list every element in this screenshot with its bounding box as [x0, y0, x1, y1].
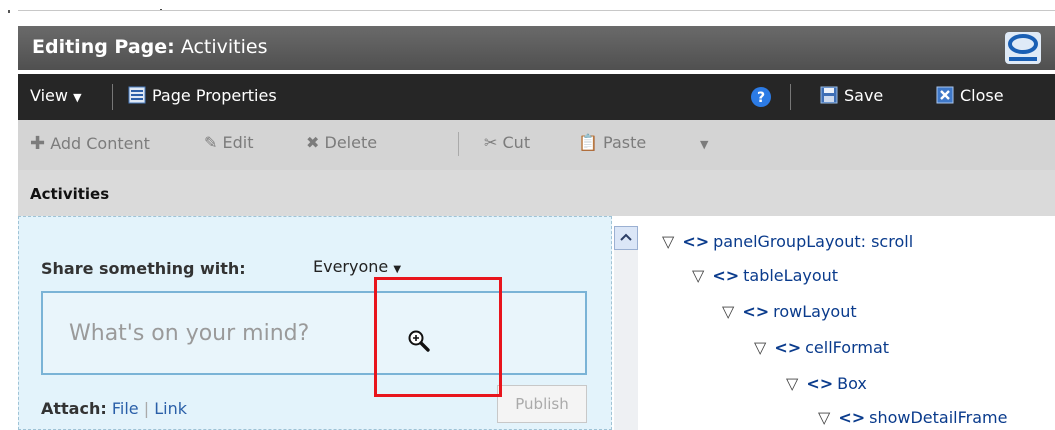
- tree-node[interactable]: ▽ <> tableLayout: [692, 266, 838, 285]
- title-page: Activities: [180, 36, 268, 58]
- cut-label: Cut: [502, 133, 531, 152]
- collapse-triangle-icon[interactable]: ▽: [722, 302, 734, 321]
- component-tag-icon: <>: [682, 232, 710, 251]
- component-tag-icon: <>: [774, 338, 802, 357]
- scroll-up-button[interactable]: [614, 226, 638, 250]
- delete-icon: ✖: [306, 133, 320, 152]
- edit-icon: ✎: [204, 133, 218, 152]
- collapse-triangle-icon[interactable]: ▽: [662, 232, 674, 251]
- collapse-triangle-icon[interactable]: ▽: [754, 338, 766, 357]
- audience-selector[interactable]: Everyone ▼: [313, 257, 401, 276]
- tree-node-label: rowLayout: [773, 302, 857, 321]
- tree-node[interactable]: ▽ <> Box: [786, 374, 867, 393]
- corner-mark: [8, 10, 10, 13]
- component-tag-icon: <>: [806, 374, 834, 393]
- attach-file-link[interactable]: File: [112, 399, 139, 418]
- component-tag-icon: <>: [838, 408, 866, 427]
- status-placeholder: What's on your mind?: [69, 321, 310, 346]
- add-content-label: Add Content: [50, 134, 150, 153]
- clipboard-icon: 📋: [578, 133, 598, 152]
- add-content-icon: ✚: [30, 133, 46, 154]
- delete-label: Delete: [324, 133, 378, 152]
- attach-row: Attach: File | Link: [41, 399, 187, 418]
- component-tag-icon: <>: [712, 266, 740, 285]
- attach-label: Attach:: [41, 399, 107, 418]
- attach-link-link[interactable]: Link: [154, 399, 187, 418]
- component-tree: ▽ <> panelGroupLayout: scroll ▽ <> tableLayo…: [640, 216, 1055, 430]
- top-divider: [18, 10, 1055, 11]
- edit-button[interactable]: ✎ Edit: [204, 133, 253, 152]
- menu-bar: View ▼ Page Properties ? Save Close: [18, 74, 1055, 120]
- menu-divider: [112, 84, 113, 110]
- help-icon[interactable]: ?: [750, 86, 772, 108]
- vertical-scrollbar[interactable]: [614, 226, 638, 430]
- menu-divider: [790, 84, 791, 110]
- view-menu[interactable]: View ▼: [30, 86, 82, 105]
- title-bar: Editing Page: Activities: [18, 26, 1055, 70]
- highlight-box: [374, 277, 502, 397]
- chevron-down-icon: ▼: [393, 264, 402, 275]
- component-tag-icon: <>: [742, 302, 770, 321]
- status-input[interactable]: What's on your mind?: [41, 291, 587, 375]
- edit-label: Edit: [222, 133, 254, 152]
- tree-node[interactable]: ▽ <> cellFormat: [754, 338, 889, 357]
- close-label: Close: [960, 86, 1004, 105]
- page-properties-icon: [128, 86, 146, 104]
- svg-text:?: ?: [757, 90, 765, 106]
- cut-button[interactable]: ✂ Cut: [484, 133, 530, 152]
- save-button[interactable]: Save: [820, 86, 883, 105]
- collapse-triangle-icon[interactable]: ▽: [818, 408, 830, 427]
- toolbar-overflow-chevron-down-icon[interactable]: ▼: [700, 138, 708, 151]
- toolbar-divider: [458, 132, 459, 156]
- tree-node[interactable]: ▽ <> panelGroupLayout: scroll: [662, 232, 913, 251]
- scissors-icon: ✂: [484, 133, 498, 152]
- page-title: Editing Page: Activities: [32, 36, 268, 58]
- breadcrumb-current[interactable]: Activities: [30, 185, 109, 203]
- paste-label: Paste: [603, 133, 647, 152]
- title-prefix: Editing Page:: [32, 36, 175, 58]
- tree-node-label: Box: [837, 374, 867, 393]
- chevron-up-icon: [620, 233, 632, 241]
- tree-node-label: tableLayout: [743, 266, 839, 285]
- tree-node-label: panelGroupLayout: scroll: [713, 232, 914, 251]
- share-label: Share something with:: [41, 259, 246, 278]
- page-properties-button[interactable]: Page Properties: [128, 86, 277, 105]
- tree-node[interactable]: ▽ <> showDetailFrame: [818, 408, 1007, 427]
- save-icon: [820, 86, 838, 104]
- paste-button[interactable]: 📋 Paste: [578, 133, 646, 152]
- toolbar: ✚ Add Content ✎ Edit ✖ Delete ✂ Cut 📋 Pa…: [18, 120, 1055, 170]
- save-label: Save: [844, 86, 884, 105]
- attach-divider: |: [143, 399, 150, 418]
- collapse-triangle-icon[interactable]: ▽: [692, 266, 704, 285]
- tree-node-label: cellFormat: [805, 338, 890, 357]
- publish-button[interactable]: Publish: [497, 385, 587, 423]
- collapse-triangle-icon[interactable]: ▽: [786, 374, 798, 393]
- close-button[interactable]: Close: [936, 86, 1004, 105]
- close-icon: [936, 86, 954, 104]
- delete-button[interactable]: ✖ Delete: [306, 133, 377, 152]
- chevron-down-icon: ▼: [73, 91, 82, 104]
- audience-value: Everyone: [313, 257, 389, 276]
- tree-node[interactable]: ▽ <> rowLayout: [722, 302, 857, 321]
- oracle-logo-icon: [1005, 32, 1041, 64]
- add-content-button[interactable]: ✚ Add Content: [30, 133, 150, 154]
- view-menu-label: View: [30, 86, 68, 105]
- activity-share-panel: Share something with: Everyone ▼ What's …: [18, 216, 612, 430]
- tree-node-label: showDetailFrame: [869, 408, 1008, 427]
- page-properties-label: Page Properties: [152, 86, 277, 105]
- breadcrumb: Activities: [18, 170, 1055, 216]
